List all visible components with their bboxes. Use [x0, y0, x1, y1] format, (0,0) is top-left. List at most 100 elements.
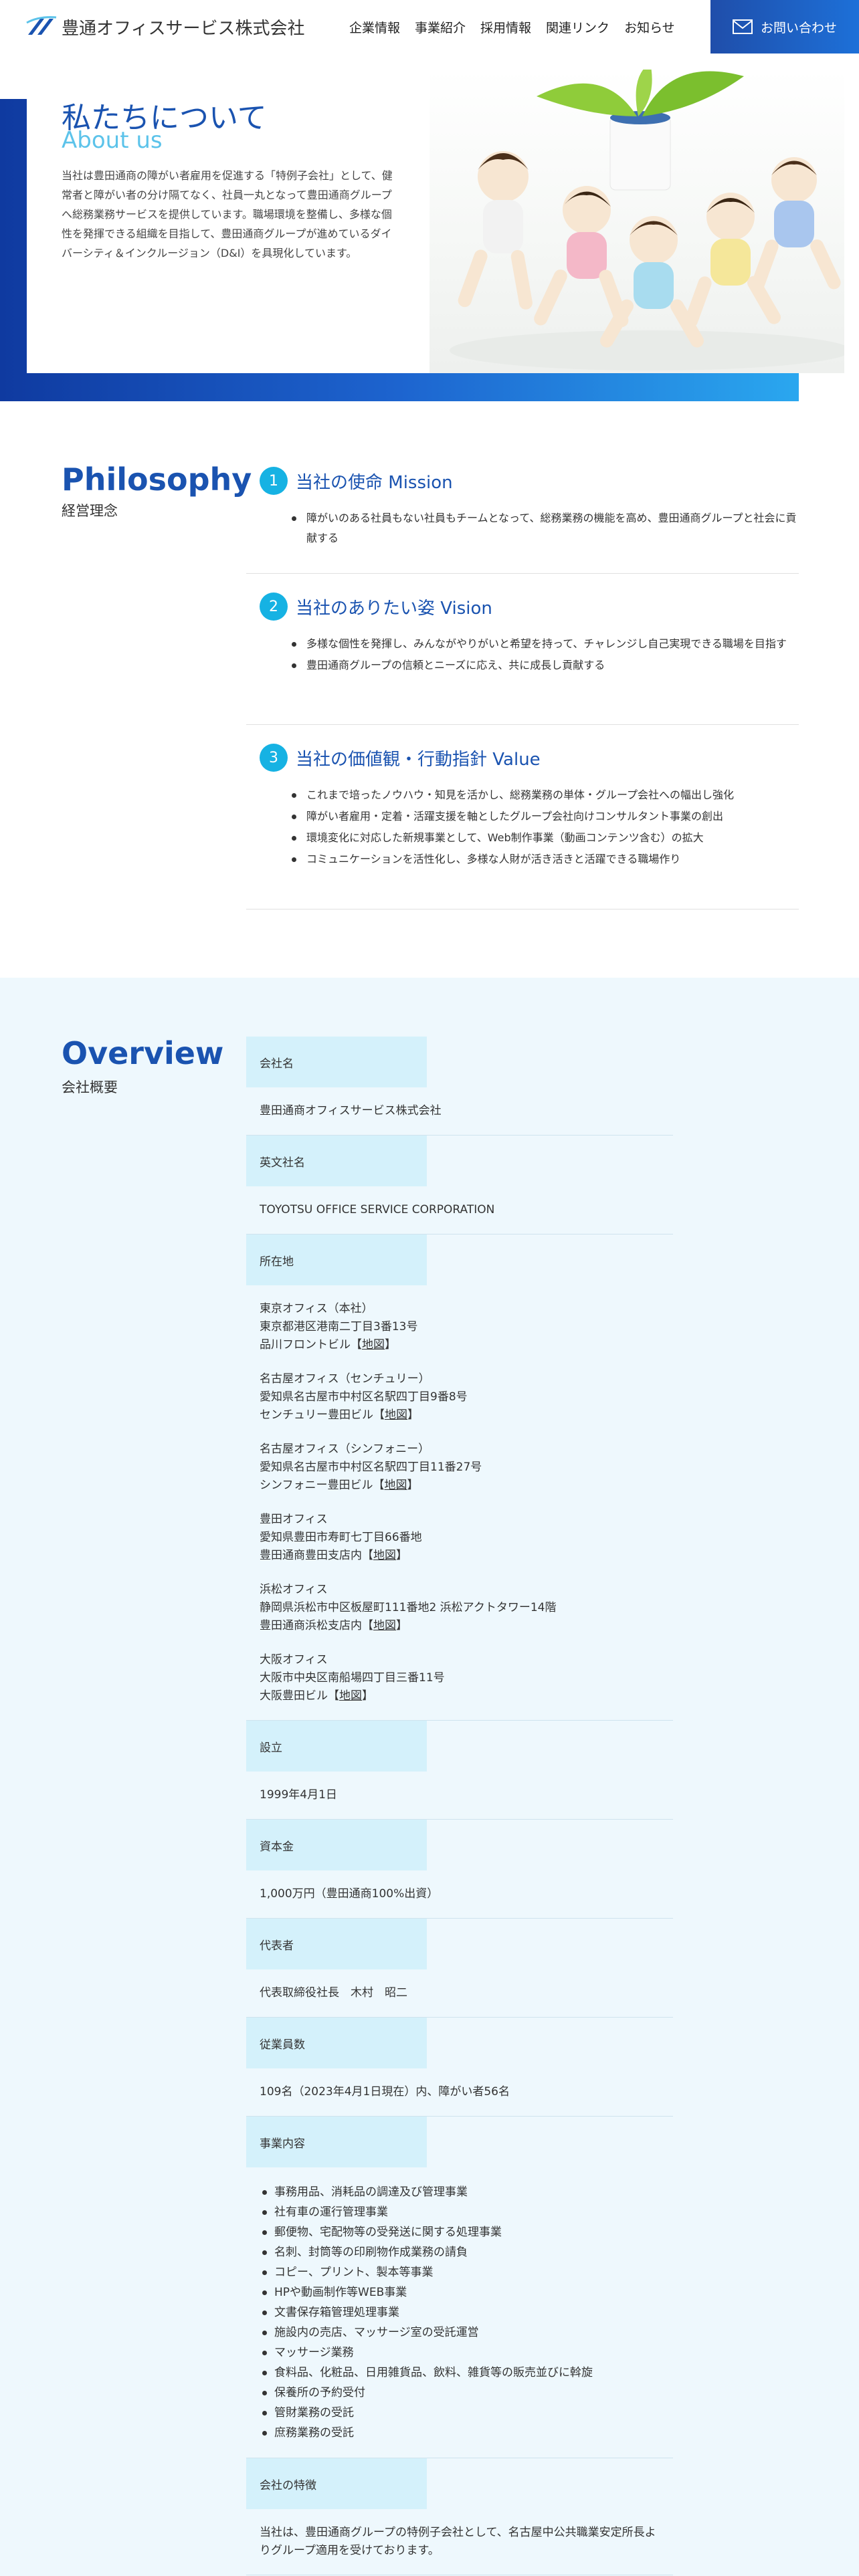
row-header: 事業内容	[246, 2117, 427, 2167]
row-value: 109名（2023年4月1日現在）内、障がい者56名	[260, 2085, 510, 2099]
contact-label: お問い合わせ	[760, 20, 837, 35]
row-value: 1999年4月1日	[260, 1788, 337, 1802]
row-header: 設立	[246, 1721, 427, 1772]
row-header: 資本金	[246, 1820, 427, 1870]
hero-image	[430, 70, 844, 373]
office-entry: 豊田オフィス 愛知県豊田市寿町七丁目66番地 豊田通商豊田支店内【地図】	[260, 1513, 422, 1562]
list-item: マッサージ業務	[260, 2343, 660, 2363]
list-item: コミュニケーションを活性化し、多様な人財が活き活きと活躍できる職場作り	[288, 849, 799, 869]
map-link[interactable]: 地図	[373, 1619, 396, 1632]
table-row: 英文社名 TOYOTSU OFFICE SERVICE CORPORATION	[246, 1136, 673, 1235]
hero-illustration	[450, 70, 844, 370]
main-nav: 企業情報 事業紹介 採用情報 関連リンク お知らせ	[349, 0, 690, 53]
table-row: 代表者 代表取締役社長 木村 昭二	[246, 1919, 673, 2018]
table-row: 従業員数 109名（2023年4月1日現在）内、障がい者56名	[246, 2018, 673, 2117]
philosophy-block-value: 3 当社の価値観・行動指針 Value これまで培ったノウハウ・知見を活かし、総…	[246, 744, 799, 909]
office-address: 東京都港区港南二丁目3番13号	[260, 1320, 418, 1333]
mail-icon	[732, 19, 753, 34]
nav-news[interactable]: お知らせ	[624, 18, 675, 36]
table-row: 会社の特徴 当社は、豊田通商グループの特例子会社として、名古屋中公共職業安定所長…	[246, 2458, 673, 2575]
page-subtitle: About us	[62, 127, 163, 154]
site-header: 豊通オフィスサービス株式会社 企業情報 事業紹介 採用情報 関連リンク お知らせ…	[0, 0, 859, 53]
philosophy-heading: 当社のありたい姿 Vision	[296, 598, 492, 619]
philosophy-block-mission: 1 当社の使命 Mission 障がいのある社員もない社員もチームとなって、総務…	[246, 467, 799, 574]
overview-title: Overview	[62, 1035, 224, 1071]
philosophy-block-vision: 2 当社のありたい姿 Vision 多様な個性を発揮し、みんながやりがいと希望を…	[246, 593, 799, 725]
figure-2	[534, 186, 629, 328]
overview-subtitle: 会社概要	[62, 1079, 118, 1095]
map-link[interactable]: 地図	[339, 1689, 362, 1703]
row-header: 代表者	[246, 1919, 427, 1969]
table-row: 設立 1999年4月1日	[246, 1721, 673, 1820]
list-item: HPや動画制作等WEB事業	[260, 2282, 660, 2302]
contact-button[interactable]: お問い合わせ	[710, 0, 859, 53]
row-header: 所在地	[246, 1235, 427, 1285]
list-item: 保養所の予約受付	[260, 2383, 660, 2403]
business-list: 事務用品、消耗品の調達及び管理事業 社有車の運行管理事業 郵便物、宅配物等の受発送に…	[246, 2167, 673, 2458]
list-item: 文書保存箱管理処理事業	[260, 2302, 660, 2323]
office-entry: 名古屋オフィス（センチュリー） 愛知県名古屋市中村区名駅四丁目9番8号 センチュリー…	[260, 1372, 468, 1422]
philosophy-heading: 当社の使命 Mission	[296, 472, 453, 493]
address-list: 東京オフィス（本社） 東京都港区港南二丁目3番13号 品川フロントビル【地図】 名古…	[246, 1285, 673, 1720]
map-link[interactable]: 地図	[385, 1408, 407, 1422]
map-link[interactable]: 地図	[373, 1549, 396, 1562]
list-item: 名刺、封筒等の印刷物作成業務の請負	[260, 2242, 660, 2262]
row-value: 1,000万円（豊田通商100%出資）	[260, 1887, 439, 1901]
row-header: 会社の特徴	[246, 2458, 427, 2509]
list-item: 事務用品、消耗品の調達及び管理事業	[260, 2182, 660, 2202]
philosophy-heading: 当社の価値観・行動指針 Value	[296, 749, 541, 770]
list-item: 障がい者雇用・定着・活躍支援を軸としたグループ会社向けコンサルタント事業の創出	[288, 807, 799, 827]
list-item: 環境変化に対応した新規事業として、Web制作事業（動画コンテンツ含む）の拡大	[288, 828, 799, 848]
office-address: 静岡県浜松市中区板屋町111番地2 浜松アクトタワー14階	[260, 1601, 557, 1614]
office-name: 豊田オフィス	[260, 1513, 328, 1526]
philosophy-subtitle: 経営理念	[62, 503, 118, 519]
number-badge: 3	[260, 744, 288, 772]
logo[interactable]: 豊通オフィスサービス株式会社	[25, 13, 304, 40]
map-link[interactable]: 地図	[362, 1338, 385, 1352]
nav-recruit[interactable]: 採用情報	[480, 18, 531, 36]
row-value: TOYOTSU OFFICE SERVICE CORPORATION	[260, 1203, 495, 1216]
philosophy-title: Philosophy	[62, 461, 252, 498]
list-item: これまで培ったノウハウ・知見を活かし、総務業務の単体・グループ会社への幅出し強化	[288, 785, 799, 805]
row-value: 代表取締役社長 木村 昭二	[260, 1986, 407, 2000]
list-item: 社有車の運行管理事業	[260, 2202, 660, 2222]
office-building: 豊田通商浜松支店内	[260, 1619, 362, 1632]
list-item: 豊田通商グループの信頼とニーズに応え、共に成長し貢献する	[288, 655, 799, 675]
nav-links[interactable]: 関連リンク	[546, 18, 609, 36]
office-building: シンフォニー豊田ビル	[260, 1479, 373, 1492]
office-address: 愛知県豊田市寿町七丁目66番地	[260, 1531, 422, 1544]
figure-5	[751, 157, 841, 291]
number-badge: 2	[260, 593, 288, 621]
office-building: センチュリー豊田ビル	[260, 1408, 373, 1422]
office-name: 名古屋オフィス（センチュリー）	[260, 1372, 430, 1386]
list-item: コピー、プリント、製本等事業	[260, 2262, 660, 2282]
office-entry: 大阪オフィス 大阪市中央区南船場四丁目三番11号 大阪豊田ビル【地図】	[260, 1653, 445, 1703]
row-value: 当社は、豊田通商グループの特例子会社として、名古屋中公共職業安定所長よりグループ…	[260, 2526, 656, 2557]
office-building: 大阪豊田ビル	[260, 1689, 328, 1703]
list-item: 郵便物、宅配物等の受発送に関する処理事業	[260, 2222, 660, 2242]
hero-panel-corner	[0, 53, 27, 99]
office-address: 愛知県名古屋市中村区名駅四丁目11番27号	[260, 1461, 482, 1474]
logo-icon	[26, 16, 57, 35]
list-item: 多様な個性を発揮し、みんながやりがいと希望を持って、チャレンジし自己実現できる職…	[288, 634, 799, 654]
office-building: 豊田通商豊田支店内	[260, 1549, 362, 1562]
map-link[interactable]: 地図	[385, 1479, 407, 1492]
office-name: 名古屋オフィス（シンフォニー）	[260, 1442, 430, 1456]
office-entry: 浜松オフィス静岡県浜松市中区板屋町111番地2 浜松アクトタワー14階 豊田通商浜…	[260, 1583, 557, 1632]
office-entry: 名古屋オフィス（シンフォニー） 愛知県名古屋市中村区名駅四丁目11番27号 シンフォ…	[260, 1442, 482, 1492]
list-item: 庶務業務の受託	[260, 2423, 660, 2443]
office-name: 東京オフィス（本社）	[260, 1302, 373, 1315]
figure-1	[458, 151, 533, 310]
table-row: 会社名 豊田通商オフィスサービス株式会社	[246, 1037, 673, 1136]
office-address: 大阪市中央区南船場四丁目三番11号	[260, 1671, 445, 1685]
logo-text: 豊通オフィスサービス株式会社	[62, 18, 305, 39]
office-name: 浜松オフィス	[260, 1583, 328, 1596]
office-name: 大阪オフィス	[260, 1653, 328, 1667]
nav-company[interactable]: 企業情報	[349, 18, 400, 36]
nav-business[interactable]: 事業紹介	[415, 18, 466, 36]
table-row: 資本金 1,000万円（豊田通商100%出資）	[246, 1820, 673, 1919]
office-address: 愛知県名古屋市中村区名駅四丁目9番8号	[260, 1390, 468, 1404]
list-item: 施設内の売店、マッサージ室の受託運営	[260, 2323, 660, 2343]
office-building: 品川フロントビル	[260, 1338, 351, 1352]
table-row: 事業内容 事務用品、消耗品の調達及び管理事業 社有車の運行管理事業 郵便物、宅配物等…	[246, 2117, 673, 2458]
